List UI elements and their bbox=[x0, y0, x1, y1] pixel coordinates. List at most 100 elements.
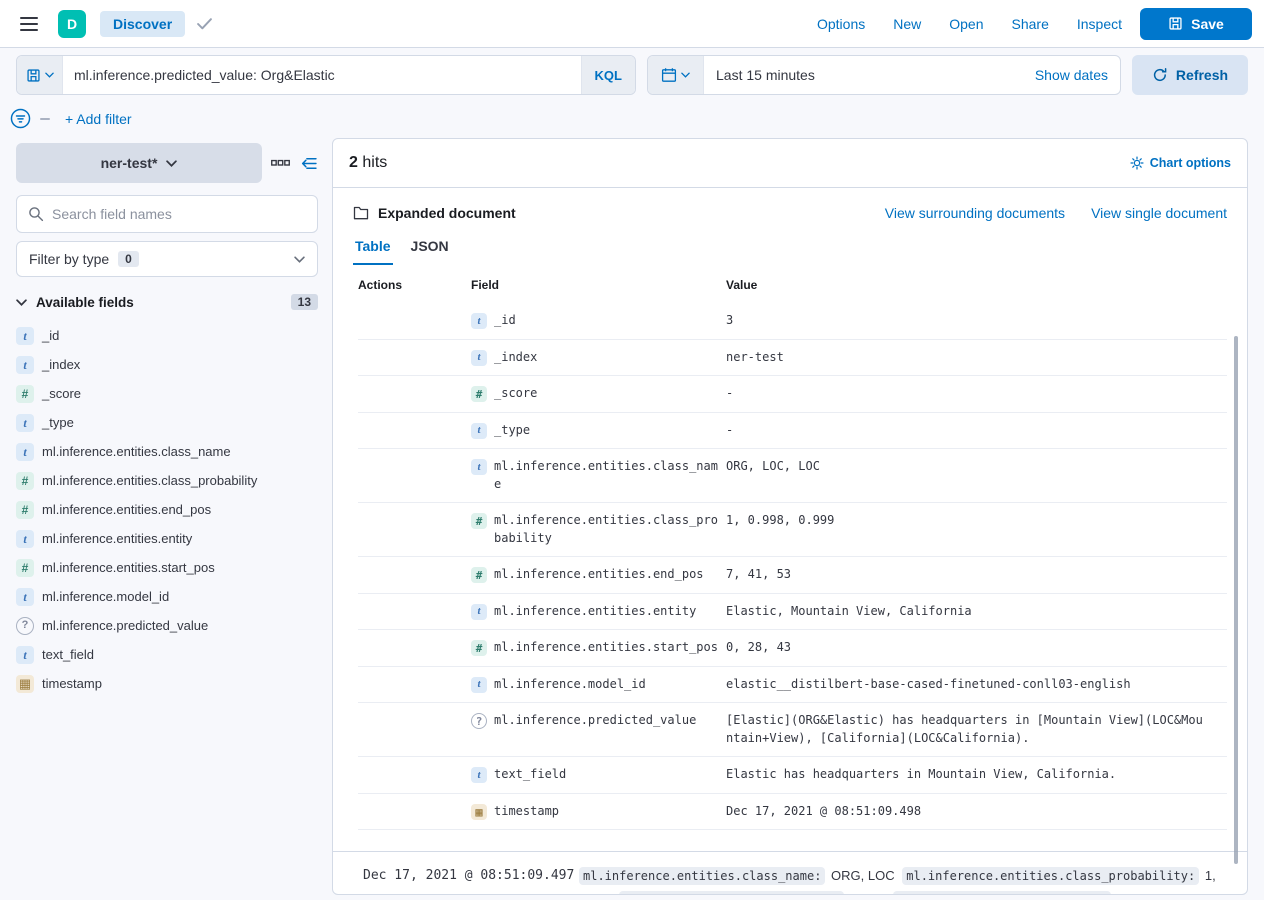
field-list-item[interactable]: _score bbox=[16, 379, 318, 408]
expanded-document-title: Expanded document bbox=[378, 205, 516, 221]
check-icon bbox=[197, 18, 212, 30]
row-actions-cell[interactable] bbox=[358, 603, 471, 621]
field-list-item[interactable]: ml.inference.model_id bbox=[16, 582, 318, 611]
field-list-item[interactable]: ml.inference.entities.class_probability bbox=[16, 466, 318, 495]
row-actions-cell[interactable] bbox=[358, 422, 471, 440]
field-name: _index bbox=[494, 349, 722, 367]
save-button[interactable]: Save bbox=[1140, 8, 1252, 40]
row-value-cell: ner-test bbox=[726, 349, 1206, 367]
row-value-cell: 0, 28, 43 bbox=[726, 639, 1206, 657]
field-name: ml.inference.entities.entity bbox=[494, 603, 722, 621]
field-list-item[interactable]: _index bbox=[16, 350, 318, 379]
index-pattern-label: ner-test* bbox=[101, 155, 158, 171]
field-list-item[interactable]: ml.inference.entities.class_name bbox=[16, 437, 318, 466]
field-list-item[interactable]: text_field bbox=[16, 640, 318, 669]
row-actions-cell[interactable] bbox=[358, 349, 471, 367]
tab-table[interactable]: Table bbox=[353, 238, 393, 265]
field-type-icon bbox=[471, 386, 487, 402]
row-actions-cell[interactable] bbox=[358, 312, 471, 330]
row-field-cell: ml.inference.entities.end_pos bbox=[471, 566, 726, 584]
chart-options-button[interactable]: Chart options bbox=[1130, 156, 1231, 170]
row-actions-cell[interactable] bbox=[358, 639, 471, 657]
filter-bar: + Add filter bbox=[0, 95, 1264, 132]
field-list-item[interactable]: ml.inference.entities.end_pos bbox=[16, 495, 318, 524]
row-actions-cell[interactable] bbox=[358, 458, 471, 493]
row-actions-cell[interactable] bbox=[358, 766, 471, 784]
chart-options-label: Chart options bbox=[1150, 156, 1231, 170]
field-type-icon bbox=[16, 675, 34, 693]
field-filter-boxes-icon[interactable] bbox=[271, 159, 290, 167]
table-row: ml.inference.entities.entity Elastic, Mo… bbox=[358, 594, 1227, 631]
search-icon bbox=[28, 206, 44, 222]
field-list-item[interactable]: ml.inference.entities.entity bbox=[16, 524, 318, 553]
filter-type-count-badge: 0 bbox=[118, 251, 139, 267]
row-actions-cell[interactable] bbox=[358, 512, 471, 547]
table-row: _type - bbox=[358, 413, 1227, 450]
table-row: _score - bbox=[358, 376, 1227, 413]
app-logo[interactable]: D bbox=[58, 10, 86, 38]
field-type-icon bbox=[471, 567, 487, 583]
row-value-cell: Elastic, Mountain View, California bbox=[726, 603, 1206, 621]
field-name: ml.inference.model_id bbox=[494, 676, 722, 694]
view-single-document-link[interactable]: View single document bbox=[1091, 205, 1227, 221]
save-button-label: Save bbox=[1191, 16, 1224, 32]
collapse-sidebar-icon[interactable] bbox=[299, 155, 318, 172]
show-dates-link[interactable]: Show dates bbox=[1023, 67, 1120, 83]
top-nav-link[interactable]: New bbox=[893, 16, 921, 32]
field-list-item[interactable]: _type bbox=[16, 408, 318, 437]
row-field-cell: ml.inference.predicted_value bbox=[471, 712, 726, 747]
index-pattern-switcher[interactable]: ner-test* bbox=[16, 143, 262, 183]
query-language-button[interactable]: KQL bbox=[581, 56, 635, 94]
row-actions-cell[interactable] bbox=[358, 566, 471, 584]
filter-menu-icon[interactable] bbox=[10, 108, 31, 129]
field-name: ml.inference.predicted_value bbox=[494, 712, 722, 730]
row-field-cell: ml.inference.entities.start_pos bbox=[471, 639, 726, 657]
top-nav-link[interactable]: Inspect bbox=[1077, 16, 1122, 32]
tab-json[interactable]: JSON bbox=[409, 238, 451, 265]
table-row: ml.inference.model_id elastic__distilber… bbox=[358, 667, 1227, 704]
field-name: ml.inference.entities.start_pos bbox=[494, 639, 722, 657]
add-filter-link[interactable]: + Add filter bbox=[65, 111, 132, 127]
query-input[interactable] bbox=[63, 67, 581, 83]
row-field-cell: _id bbox=[471, 312, 726, 330]
saved-query-menu-button[interactable] bbox=[17, 56, 63, 94]
refresh-button[interactable]: Refresh bbox=[1132, 55, 1248, 95]
summary-field-pill: ml.inference.entities.entity: bbox=[893, 891, 1111, 895]
field-type-icon bbox=[16, 443, 34, 461]
expand-document-chevron-icon[interactable] bbox=[341, 869, 357, 895]
filter-by-type-select[interactable]: Filter by type 0 bbox=[16, 241, 318, 277]
row-actions-cell[interactable] bbox=[358, 676, 471, 694]
row-field-cell: ml.inference.model_id bbox=[471, 676, 726, 694]
field-name: timestamp bbox=[494, 803, 722, 821]
field-search-input[interactable] bbox=[52, 206, 306, 222]
row-actions-cell[interactable] bbox=[358, 803, 471, 821]
available-fields-header[interactable]: Available fields 13 bbox=[16, 294, 318, 310]
row-field-cell: ml.inference.entities.class_probability bbox=[471, 512, 726, 547]
row-actions-cell[interactable] bbox=[358, 712, 471, 747]
filter-by-type-label: Filter by type bbox=[29, 251, 109, 267]
vertical-scrollbar[interactable] bbox=[1234, 336, 1238, 864]
query-input-group: KQL bbox=[16, 55, 636, 95]
menu-icon[interactable] bbox=[16, 12, 42, 36]
field-name: ml.inference.entities.end_pos bbox=[42, 502, 211, 517]
field-list-item[interactable]: timestamp bbox=[16, 669, 318, 698]
field-name: ml.inference.entities.class_probability bbox=[494, 512, 722, 547]
time-range-value[interactable]: Last 15 minutes bbox=[704, 67, 1023, 83]
top-nav-link[interactable]: Options bbox=[817, 16, 865, 32]
row-actions-cell[interactable] bbox=[358, 385, 471, 403]
field-list-item[interactable]: ml.inference.predicted_value bbox=[16, 611, 318, 640]
field-type-icon bbox=[16, 327, 34, 345]
expanded-document-title-group: Expanded document bbox=[353, 205, 516, 221]
table-body: _id 3 _index ner-test bbox=[358, 303, 1227, 830]
field-list-item[interactable]: ml.inference.entities.start_pos bbox=[16, 553, 318, 582]
field-list-item[interactable]: _id bbox=[16, 321, 318, 350]
expanded-document-header: Expanded document View surrounding docum… bbox=[353, 205, 1227, 221]
time-picker-menu-button[interactable] bbox=[648, 56, 704, 94]
top-nav-link[interactable]: Share bbox=[1012, 16, 1049, 32]
top-nav-link[interactable]: Open bbox=[949, 16, 983, 32]
refresh-icon bbox=[1152, 67, 1168, 83]
view-surrounding-documents-link[interactable]: View surrounding documents bbox=[885, 205, 1065, 221]
field-type-icon bbox=[16, 646, 34, 664]
breadcrumb[interactable]: Discover bbox=[100, 11, 185, 37]
field-name: ml.inference.predicted_value bbox=[42, 618, 208, 633]
